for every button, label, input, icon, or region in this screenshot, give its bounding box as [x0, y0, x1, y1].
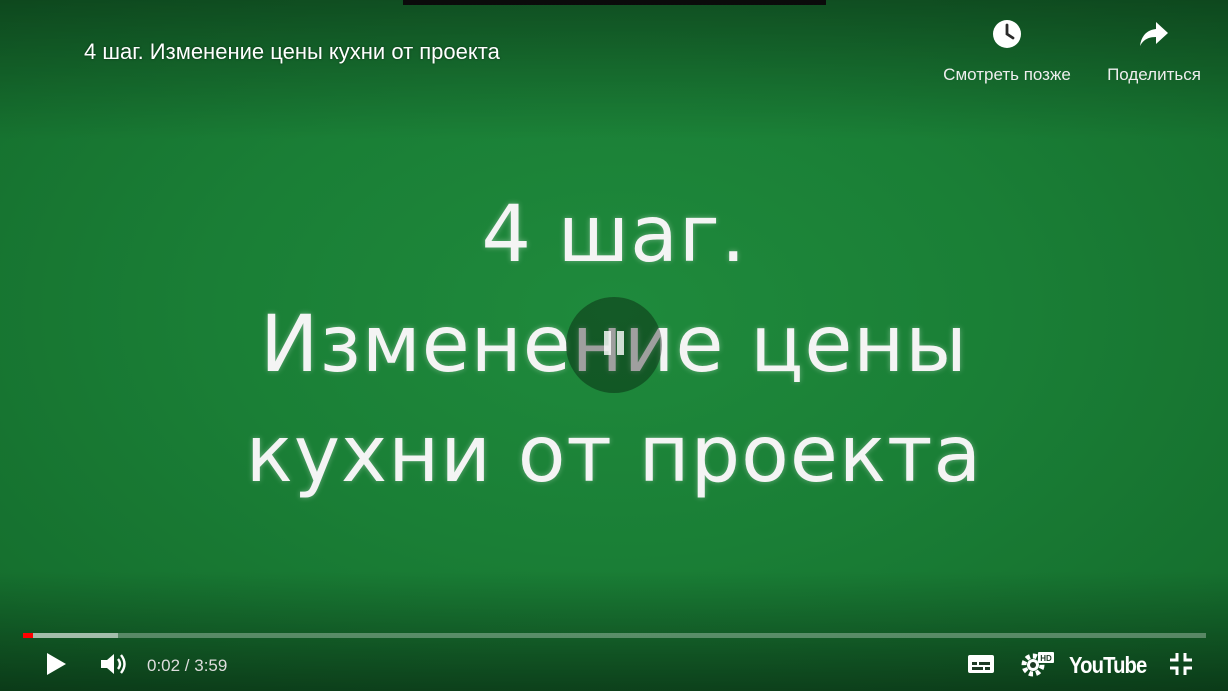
slide-line-3: кухни от проекта: [245, 410, 983, 500]
watch-later-label: Смотреть позже: [943, 65, 1071, 84]
watch-later-button[interactable]: Смотреть позже: [932, 18, 1082, 85]
control-bar: 0:02 / 3:59 HD YouTube: [0, 644, 1228, 688]
subtitles-button[interactable]: [964, 648, 998, 684]
time-display: 0:02 / 3:59: [147, 656, 228, 675]
center-pause-button[interactable]: [566, 297, 662, 393]
share-button[interactable]: Поделиться: [1098, 18, 1210, 85]
play-button[interactable]: [38, 648, 74, 684]
subtitles-icon: [967, 653, 995, 680]
settings-button[interactable]: HD: [1018, 648, 1056, 684]
play-icon: [45, 652, 67, 681]
exit-fullscreen-button[interactable]: [1164, 648, 1198, 684]
progress-loaded: [23, 633, 118, 638]
progress-bar[interactable]: [23, 633, 1206, 638]
video-player[interactable]: 4 шаг. Изменение цены кухни от проекта С…: [0, 0, 1228, 691]
clock-icon: [991, 18, 1023, 55]
video-title[interactable]: 4 шаг. Изменение цены кухни от проекта: [84, 38, 500, 66]
settings-hd-icon: HD: [1019, 650, 1055, 683]
volume-icon: [99, 651, 129, 682]
volume-button[interactable]: [96, 648, 132, 684]
youtube-logo[interactable]: YouTube: [1069, 652, 1147, 679]
exit-fullscreen-icon: [1168, 651, 1194, 682]
svg-text:HD: HD: [1040, 654, 1052, 663]
pause-icon: [600, 328, 628, 363]
share-arrow-icon: [1137, 18, 1171, 55]
slide-line-1: 4 шаг.: [481, 190, 747, 280]
top-strip: [403, 0, 826, 5]
progress-played: [23, 633, 33, 638]
share-label: Поделиться: [1107, 65, 1201, 84]
